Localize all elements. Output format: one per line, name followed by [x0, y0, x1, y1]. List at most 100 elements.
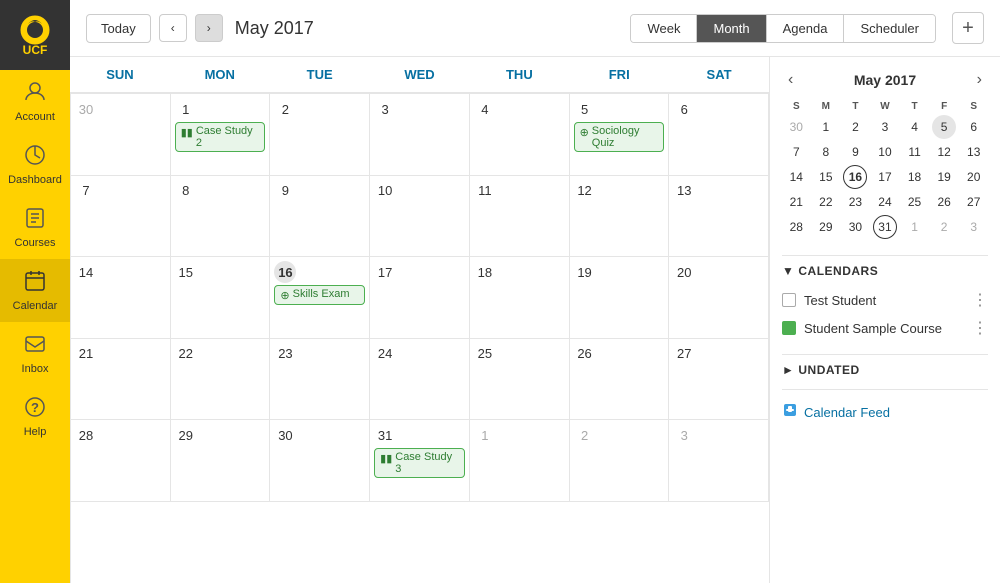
mini-cal-day[interactable]: 29	[814, 215, 838, 239]
table-row[interactable]: 29	[171, 420, 271, 502]
table-row[interactable]: 25	[470, 339, 570, 421]
table-row[interactable]: 21	[71, 339, 171, 421]
table-row[interactable]: 9	[270, 176, 370, 258]
table-row[interactable]: 8	[171, 176, 271, 258]
today-button[interactable]: Today	[86, 14, 151, 43]
list-item[interactable]: ▮▮ Case Study 2	[175, 122, 266, 152]
undated-section: ► UNDATED	[782, 363, 988, 377]
sidebar-item-courses[interactable]: Courses	[0, 196, 70, 259]
table-row[interactable]: 7	[71, 176, 171, 258]
table-row[interactable]: 12	[570, 176, 670, 258]
mini-cal-day[interactable]: 15	[814, 165, 838, 189]
calendar-feed-link[interactable]: Calendar Feed	[782, 398, 988, 427]
mini-cal-day[interactable]: 6	[962, 115, 986, 139]
list-item[interactable]: ▮▮ Case Study 3	[374, 448, 465, 478]
day-headers: SUN MON TUE WED THU FRI SAT	[70, 57, 769, 93]
mini-prev-button[interactable]: ‹	[782, 69, 799, 91]
table-row[interactable]: 19	[570, 257, 670, 339]
table-row[interactable]: 2	[270, 94, 370, 176]
mini-cal-day[interactable]: 25	[903, 190, 927, 214]
mini-cal-day[interactable]: 20	[962, 165, 986, 189]
table-row[interactable]: 28	[71, 420, 171, 502]
mini-cal-day[interactable]: 12	[932, 140, 956, 164]
mini-cal-day[interactable]: 7	[784, 140, 808, 164]
mini-cal-day[interactable]: 5	[932, 115, 956, 139]
mini-next-button[interactable]: ›	[971, 69, 988, 91]
mini-cal-day[interactable]: 27	[962, 190, 986, 214]
mini-cal-day[interactable]: 2	[843, 115, 867, 139]
table-row[interactable]: 18	[470, 257, 570, 339]
next-button[interactable]: ›	[195, 14, 223, 42]
table-row[interactable]: 3	[370, 94, 470, 176]
calendar-feed-label: Calendar Feed	[804, 405, 890, 420]
table-row[interactable]: 11	[470, 176, 570, 258]
mini-cal-day[interactable]: 11	[903, 140, 927, 164]
sidebar-item-dashboard[interactable]: Dashboard	[0, 133, 70, 196]
sidebar-item-inbox[interactable]: Inbox	[0, 322, 70, 385]
mini-cal-day[interactable]: 30	[784, 115, 808, 139]
table-row[interactable]: 3	[669, 420, 769, 502]
tab-agenda[interactable]: Agenda	[767, 15, 845, 42]
mini-cal-day[interactable]: 8	[814, 140, 838, 164]
tab-month[interactable]: Month	[697, 15, 766, 42]
table-row[interactable]: 31 ▮▮ Case Study 3	[370, 420, 470, 502]
table-row[interactable]: 30	[270, 420, 370, 502]
table-row[interactable]: 6	[669, 94, 769, 176]
mini-cal-day[interactable]: 30	[843, 215, 867, 239]
tab-scheduler[interactable]: Scheduler	[844, 15, 935, 42]
table-row[interactable]: 13	[669, 176, 769, 258]
tab-week[interactable]: Week	[631, 15, 697, 42]
mini-cal-day[interactable]: 2	[932, 215, 956, 239]
table-row[interactable]: 30	[71, 94, 171, 176]
table-row[interactable]: 14	[71, 257, 171, 339]
table-row[interactable]: 24	[370, 339, 470, 421]
mini-cal-day[interactable]: 1	[903, 215, 927, 239]
mini-cal-day[interactable]: 18	[903, 165, 927, 189]
mini-cal-day[interactable]: 10	[873, 140, 897, 164]
right-sidebar: ‹ May 2017 › S M T W T F S 30 1 2 3	[770, 57, 1000, 583]
mini-cal-day[interactable]: 17	[873, 165, 897, 189]
mini-cal-day[interactable]: 23	[843, 190, 867, 214]
test-student-menu-icon[interactable]: ⋮	[972, 290, 988, 310]
mini-cal-day[interactable]: 1	[814, 115, 838, 139]
sidebar-item-calendar[interactable]: Calendar	[0, 259, 70, 322]
table-row[interactable]: 23	[270, 339, 370, 421]
table-row[interactable]: 1 ▮▮ Case Study 2	[171, 94, 271, 176]
mini-cal-day[interactable]: 3	[962, 215, 986, 239]
table-row[interactable]: 20	[669, 257, 769, 339]
mini-cal-day[interactable]: 13	[962, 140, 986, 164]
mini-cal-day[interactable]: 22	[814, 190, 838, 214]
table-row[interactable]: 10	[370, 176, 470, 258]
table-row[interactable]: 26	[570, 339, 670, 421]
sidebar-item-account[interactable]: Account	[0, 70, 70, 133]
table-row[interactable]: 17	[370, 257, 470, 339]
table-row[interactable]: 15	[171, 257, 271, 339]
mini-cal-day[interactable]: 4	[903, 115, 927, 139]
student-sample-menu-icon[interactable]: ⋮	[972, 318, 988, 338]
table-row[interactable]: 22	[171, 339, 271, 421]
table-row[interactable]: 1	[470, 420, 570, 502]
mini-cal-day[interactable]: 28	[784, 215, 808, 239]
list-item[interactable]: ⊕ Skills Exam	[274, 285, 365, 305]
mini-cal-day[interactable]: 24	[873, 190, 897, 214]
add-button[interactable]: +	[952, 12, 984, 44]
list-item[interactable]: Test Student ⋮	[782, 286, 988, 314]
mini-cal-day[interactable]: 19	[932, 165, 956, 189]
mini-cal-day-today[interactable]: 16	[843, 165, 867, 189]
mini-cal-day[interactable]: 14	[784, 165, 808, 189]
table-row[interactable]: 27	[669, 339, 769, 421]
table-row[interactable]: 16 ⊕ Skills Exam	[270, 257, 370, 339]
mini-cal-day[interactable]: 9	[843, 140, 867, 164]
mini-cal-day[interactable]: 21	[784, 190, 808, 214]
mini-cal-day[interactable]: 3	[873, 115, 897, 139]
table-row[interactable]: 4	[470, 94, 570, 176]
mini-cal-day[interactable]: 31	[873, 215, 897, 239]
list-item[interactable]: Student Sample Course ⋮	[782, 314, 988, 342]
mini-cal-day[interactable]: 26	[932, 190, 956, 214]
list-item[interactable]: ⊕ Sociology Quiz	[574, 122, 665, 152]
table-row[interactable]: 5 ⊕ Sociology Quiz	[570, 94, 670, 176]
sidebar-item-help[interactable]: ? Help	[0, 385, 70, 448]
prev-button[interactable]: ‹	[159, 14, 187, 42]
divider	[782, 255, 988, 256]
table-row[interactable]: 2	[570, 420, 670, 502]
